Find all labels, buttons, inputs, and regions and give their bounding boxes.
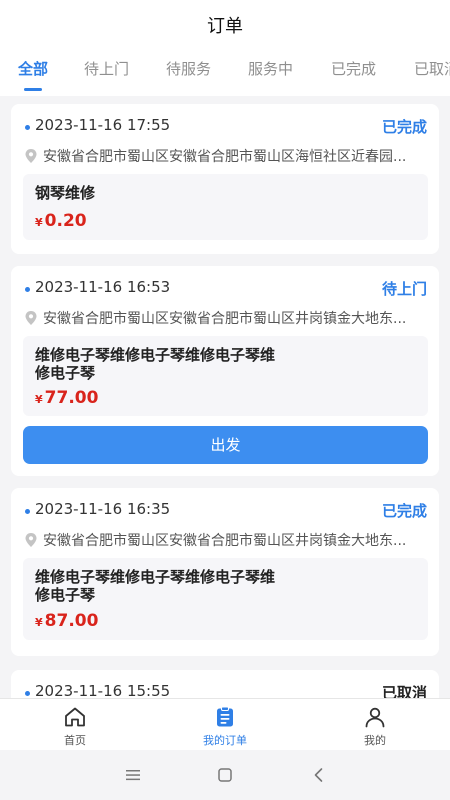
back-icon[interactable] — [310, 766, 328, 784]
tab-cancelled[interactable]: 已取消 — [414, 58, 450, 79]
order-address-row: 安徽省合肥市蜀山区安徽省合肥市蜀山区井岗镇金大地东... — [11, 308, 439, 330]
product-name: 维修电子琴维修电子琴维修电子琴维修电子琴 — [35, 568, 276, 604]
order-status: 待上门 — [381, 280, 427, 298]
order-card[interactable]: 2023-11-16 16:35 已完成 安徽省合肥市蜀山区安徽省合肥市蜀山区井… — [11, 488, 439, 656]
price-value: 87.00 — [44, 611, 99, 631]
tab-all[interactable]: 全部 — [18, 58, 48, 79]
order-card-header: 2023-11-16 16:35 已完成 — [11, 500, 439, 524]
active-tab-indicator — [24, 88, 42, 91]
location-pin-icon — [25, 533, 37, 547]
currency-symbol: ¥ — [35, 393, 43, 406]
order-card[interactable]: 2023-11-16 17:55 已完成 安徽省合肥市蜀山区安徽省合肥市蜀山区海… — [11, 104, 439, 254]
tab-in-service[interactable]: 服务中 — [248, 58, 293, 79]
system-navigation-bar — [0, 750, 450, 800]
price-value: 0.20 — [44, 211, 87, 231]
order-card[interactable]: 2023-11-16 16:53 待上门 安徽省合肥市蜀山区安徽省合肥市蜀山区井… — [11, 266, 439, 476]
order-card-header: 2023-11-16 17:55 已完成 — [11, 116, 439, 140]
nav-my-orders-label: 我的订单 — [203, 734, 247, 747]
location-pin-icon — [25, 311, 37, 325]
order-address: 安徽省合肥市蜀山区安徽省合肥市蜀山区井岗镇金大地东... — [43, 311, 407, 327]
tab-pending-visit[interactable]: 待上门 — [84, 58, 129, 79]
header: 订单 全部 待上门 待服务 服务中 已完成 已取消 — [0, 0, 450, 96]
menu-icon[interactable] — [124, 766, 142, 784]
order-card-header: 2023-11-16 16:53 待上门 — [11, 278, 439, 302]
clipboard-icon — [217, 706, 233, 727]
order-list[interactable]: 2023-11-16 17:55 已完成 安徽省合肥市蜀山区安徽省合肥市蜀山区海… — [0, 96, 450, 698]
product-box: 钢琴维修 ¥0.20 — [23, 174, 428, 240]
location-pin-icon — [25, 149, 37, 163]
order-time: 2023-11-16 15:55 — [35, 682, 171, 698]
order-time: 2023-11-16 17:55 — [35, 116, 171, 134]
nav-profile[interactable]: 我的 — [325, 705, 425, 748]
order-status: 已完成 — [381, 118, 427, 136]
tab-bar: 全部 待上门 待服务 服务中 已完成 已取消 — [0, 58, 450, 86]
product-price: ¥77.00 — [35, 388, 98, 408]
home-icon — [65, 707, 85, 727]
order-status: 已完成 — [381, 502, 427, 520]
order-address-row: 安徽省合肥市蜀山区安徽省合肥市蜀山区井岗镇金大地东... — [11, 530, 439, 552]
page-title: 订单 — [207, 16, 243, 37]
product-name: 钢琴维修 — [35, 184, 96, 202]
price-value: 77.00 — [44, 388, 99, 408]
nav-profile-label: 我的 — [364, 734, 386, 747]
order-address-row: 安徽省合肥市蜀山区安徽省合肥市蜀山区海恒社区近春园... — [11, 146, 439, 168]
dot-icon — [25, 287, 30, 292]
tab-pending-service[interactable]: 待服务 — [166, 58, 211, 79]
nav-home-label: 首页 — [64, 734, 86, 747]
dot-icon — [25, 125, 30, 130]
dot-icon — [25, 509, 30, 514]
home-square-icon[interactable] — [216, 766, 234, 784]
app-root: 订单 全部 待上门 待服务 服务中 已完成 已取消 2023-11-16 17:… — [0, 0, 450, 800]
dot-icon — [25, 691, 30, 696]
user-icon — [365, 707, 385, 728]
order-time: 2023-11-16 16:35 — [35, 500, 171, 518]
currency-symbol: ¥ — [35, 616, 43, 629]
order-address: 安徽省合肥市蜀山区安徽省合肥市蜀山区海恒社区近春园... — [43, 149, 407, 165]
order-time: 2023-11-16 16:53 — [35, 278, 171, 296]
depart-button[interactable]: 出发 — [23, 426, 428, 464]
product-price: ¥0.20 — [35, 211, 87, 231]
product-box: 维修电子琴维修电子琴维修电子琴维修电子琴 ¥87.00 — [23, 558, 428, 640]
order-status: 已取消 — [381, 684, 427, 698]
tab-completed[interactable]: 已完成 — [331, 58, 376, 79]
currency-symbol: ¥ — [35, 216, 43, 229]
bottom-nav: 首页 我的订单 我的 — [0, 698, 450, 750]
order-address: 安徽省合肥市蜀山区安徽省合肥市蜀山区井岗镇金大地东... — [43, 533, 407, 549]
product-box: 维修电子琴维修电子琴维修电子琴维修电子琴 ¥77.00 — [23, 336, 428, 416]
order-card-header: 2023-11-16 15:55 已取消 — [11, 682, 439, 698]
product-price: ¥87.00 — [35, 611, 98, 631]
nav-my-orders[interactable]: 我的订单 — [175, 705, 275, 748]
nav-home[interactable]: 首页 — [25, 705, 125, 748]
product-name: 维修电子琴维修电子琴维修电子琴维修电子琴 — [35, 346, 276, 382]
order-card[interactable]: 2023-11-16 15:55 已取消 — [11, 670, 439, 698]
